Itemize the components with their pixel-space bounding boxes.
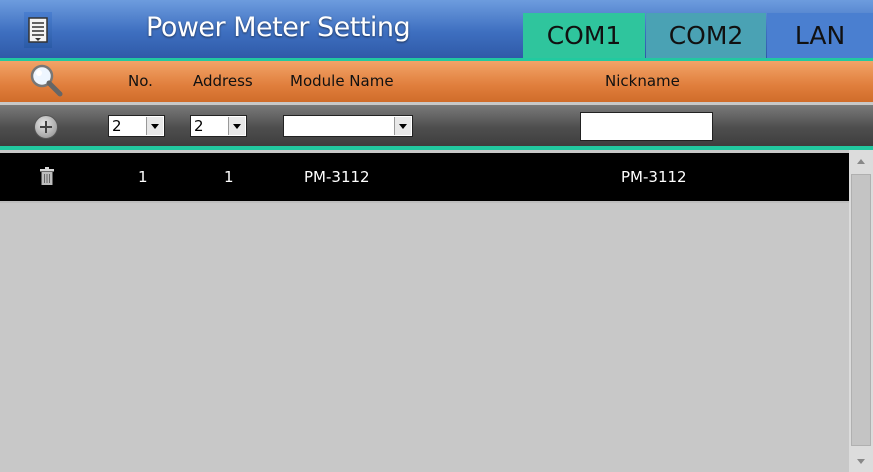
chevron-down-icon[interactable] bbox=[394, 117, 411, 135]
column-header-row: No. Address Module Name Nickname bbox=[0, 61, 873, 102]
row-module-name: PM-3112 bbox=[304, 168, 370, 186]
chevron-down-icon[interactable] bbox=[228, 117, 245, 135]
row-no: 1 bbox=[138, 168, 148, 186]
plus-circle-icon[interactable] bbox=[34, 115, 58, 139]
header-address: Address bbox=[193, 72, 253, 90]
scroll-down-icon[interactable] bbox=[852, 454, 870, 470]
scroll-up-icon[interactable] bbox=[852, 154, 870, 170]
menu-list-icon[interactable] bbox=[24, 12, 52, 48]
no-select[interactable]: 2 bbox=[108, 115, 165, 137]
header-module-name: Module Name bbox=[290, 72, 394, 90]
tab-com2[interactable]: COM2 bbox=[646, 13, 766, 58]
scroll-thumb[interactable] bbox=[851, 174, 871, 446]
page-title: Power Meter Setting bbox=[146, 12, 411, 43]
meter-list: 1 1 PM-3112 PM-3112 bbox=[0, 150, 849, 472]
no-select-value: 2 bbox=[112, 117, 122, 135]
chevron-down-icon[interactable] bbox=[146, 117, 163, 135]
table-row[interactable]: 1 1 PM-3112 PM-3112 bbox=[0, 153, 849, 203]
module-name-select[interactable] bbox=[283, 115, 413, 137]
add-entry-row: 2 2 bbox=[0, 105, 873, 146]
title-bar: Power Meter Setting COM1 COM2 LAN bbox=[0, 0, 873, 58]
tab-com1[interactable]: COM1 bbox=[523, 13, 645, 58]
address-select-value: 2 bbox=[194, 117, 204, 135]
address-select[interactable]: 2 bbox=[190, 115, 247, 137]
header-no: No. bbox=[128, 72, 153, 90]
row-address: 1 bbox=[224, 168, 234, 186]
trash-icon[interactable] bbox=[40, 167, 54, 185]
row-nickname: PM-3112 bbox=[621, 168, 687, 186]
header-nickname: Nickname bbox=[605, 72, 680, 90]
nickname-input[interactable] bbox=[580, 112, 713, 141]
magnifier-icon[interactable] bbox=[27, 62, 65, 100]
scrollbar[interactable] bbox=[849, 150, 873, 472]
tab-lan[interactable]: LAN bbox=[767, 13, 873, 58]
